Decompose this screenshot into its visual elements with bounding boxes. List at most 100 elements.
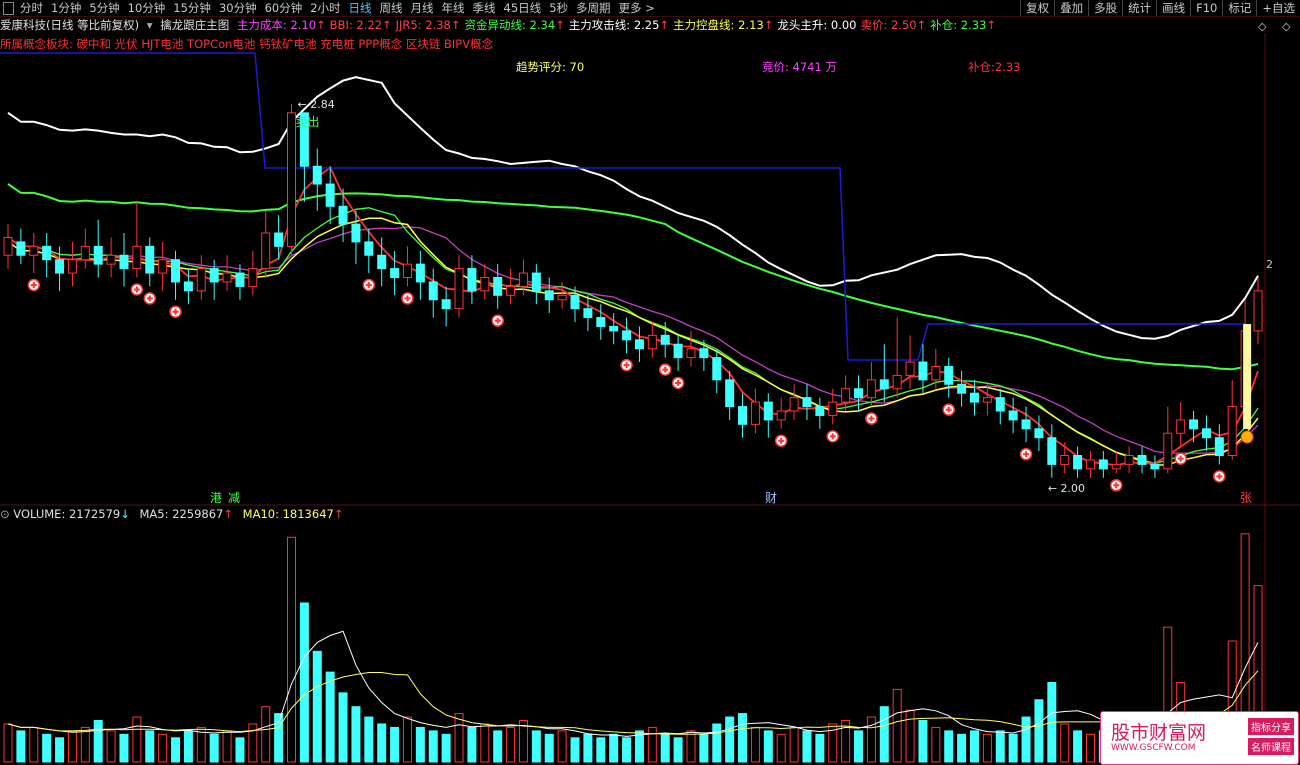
bull-candle — [1176, 419, 1186, 434]
bear-candle — [1098, 459, 1108, 470]
bull-candle — [776, 410, 786, 421]
bull-candle — [80, 245, 90, 261]
volume-bar-down — [1021, 716, 1031, 763]
volume-bar-up — [402, 716, 412, 763]
bull-candle — [287, 112, 297, 247]
bear-candle — [390, 268, 400, 279]
volume-bar-up — [3, 723, 13, 763]
volume-ma5-line — [7, 630, 1259, 737]
bear-candle — [879, 379, 889, 390]
volume-bar-down — [1008, 733, 1018, 763]
volume-collapse-icon[interactable]: ⊙ — [0, 507, 10, 521]
bear-candle — [1137, 455, 1147, 465]
volume-bar-up — [776, 733, 786, 763]
volume-bar-down — [802, 730, 812, 763]
bear-candle — [93, 245, 103, 265]
bear-candle — [1201, 428, 1211, 439]
bear-candle — [660, 334, 670, 345]
bull-candle — [1085, 459, 1095, 470]
bull-candle — [931, 366, 941, 381]
volume-bar-down — [467, 726, 477, 763]
volume-bar-down — [274, 713, 284, 763]
bear-candle — [712, 357, 722, 381]
bull-candle — [222, 272, 232, 283]
right-axis-label: 2 — [1266, 258, 1273, 271]
volume-bar-down — [712, 723, 722, 763]
bull-candle — [506, 285, 516, 296]
volume-bar-up — [905, 709, 915, 763]
volume-bar-down — [93, 720, 103, 763]
volume-bar-down — [970, 730, 979, 763]
bull-candle — [750, 401, 760, 425]
bear-candle — [171, 259, 181, 283]
watermark-logo: 股市财富网 WWW.GSCFW.COM 指标分享 名师课程 — [1100, 711, 1299, 765]
volume-bar-down — [622, 737, 632, 763]
volume-bar-down — [660, 733, 670, 763]
volume-bar-down — [763, 730, 773, 763]
bear-candle — [415, 263, 425, 283]
high-price-label: ← 2.84 — [298, 98, 335, 111]
volume-bar-down — [493, 730, 503, 763]
bear-candle — [235, 272, 245, 287]
volume-bar-down — [570, 737, 580, 763]
bear-candle — [738, 406, 748, 425]
volume-bar-up — [222, 730, 232, 763]
bear-candle — [1150, 463, 1160, 470]
resistance-step-line — [0, 52, 1245, 361]
event-marker-label: 财 — [765, 491, 777, 505]
volume-bar-down — [596, 737, 606, 763]
volume-label: VOLUME: — [13, 507, 66, 521]
bear-candle — [944, 366, 954, 385]
bear-candle — [364, 241, 374, 256]
bear-candle — [544, 290, 554, 301]
bull-candle — [261, 232, 271, 270]
volume-bar-down — [390, 726, 400, 763]
bear-candle — [918, 361, 928, 381]
volume-bar-down — [209, 733, 219, 763]
ma5-value: 2259867 — [172, 507, 224, 521]
volume-bar-down — [879, 706, 889, 763]
bull-candle — [67, 259, 77, 274]
bull-candle — [789, 397, 799, 412]
bear-candle — [1008, 410, 1018, 421]
volume-bar-up — [518, 720, 528, 763]
ma10-value: 1813647 — [282, 507, 334, 521]
volume-bar-down — [235, 737, 245, 763]
volume-bar-down — [351, 706, 361, 763]
bull-candle — [1111, 463, 1121, 470]
event-marker-label: 张 — [1240, 491, 1252, 505]
bull-candle — [892, 374, 902, 390]
bear-candle — [622, 330, 632, 341]
bull-candle — [1124, 455, 1134, 465]
bear-candle — [583, 308, 593, 319]
bear-candle — [609, 325, 619, 332]
volume-bar-down — [377, 723, 387, 763]
volume-bar-up — [686, 730, 696, 763]
volume-bar-up — [1060, 723, 1070, 763]
volume-bar-up — [892, 688, 902, 763]
bear-candle — [1047, 437, 1057, 465]
bear-candle — [1021, 419, 1031, 430]
bull-candle — [480, 277, 490, 292]
ma10-label: MA10: — [242, 507, 279, 521]
bear-candle — [970, 392, 979, 403]
volume-bar-down — [1034, 699, 1044, 763]
bear-candle — [634, 339, 644, 350]
bear-candle — [1189, 419, 1199, 430]
bear-candle — [16, 241, 26, 256]
bull-candle — [982, 397, 992, 403]
bear-candle — [725, 379, 735, 408]
bear-candle — [531, 272, 541, 292]
bear-candle — [441, 299, 451, 310]
bear-candle — [802, 397, 812, 408]
volume-bar-down — [171, 737, 181, 763]
bear-candle — [351, 223, 361, 243]
low-price-label: ← 2.00 — [1048, 482, 1085, 495]
volume-value: 2172579 — [68, 507, 121, 521]
volume-bar-down — [738, 713, 748, 763]
volume-bar-up — [287, 536, 297, 763]
volume-bar-up — [29, 726, 39, 763]
volume-bar-up — [261, 706, 271, 763]
bear-candle — [1034, 428, 1044, 439]
volume-bar-down — [16, 730, 26, 763]
